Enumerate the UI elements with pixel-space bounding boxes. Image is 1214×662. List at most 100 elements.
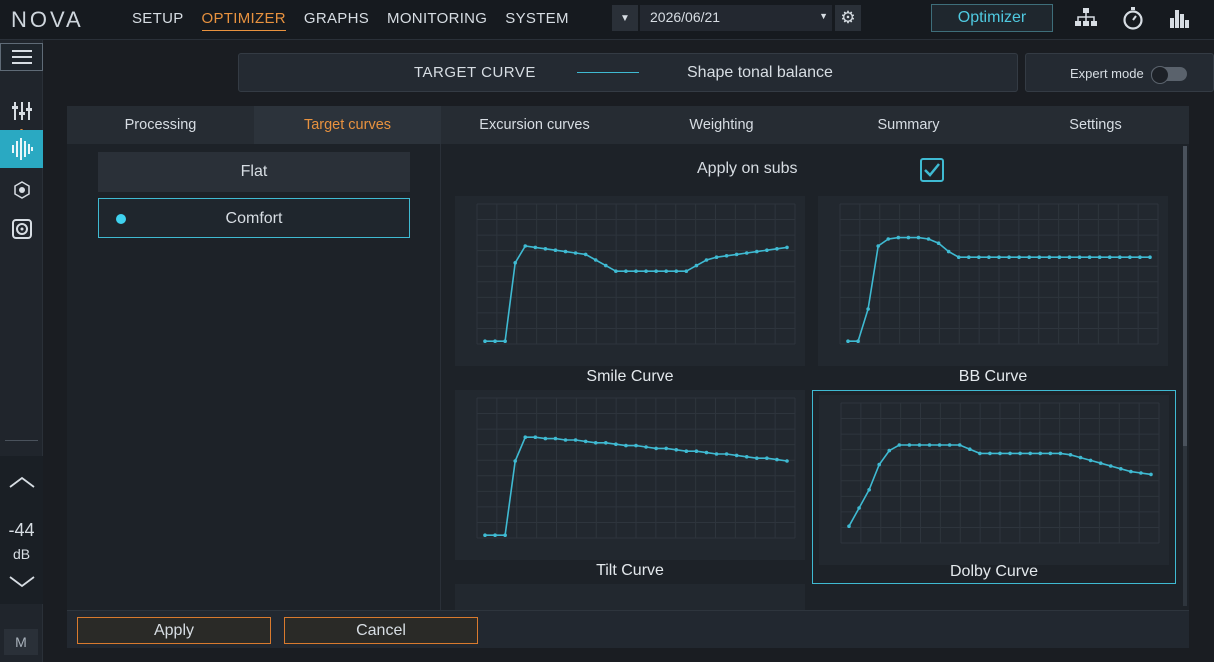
- curve-point: [1078, 455, 1083, 460]
- curve-plot: [818, 196, 1168, 366]
- curve-point: [593, 441, 598, 445]
- curve-point: [947, 443, 952, 447]
- hamburger-menu-button[interactable]: [0, 43, 43, 71]
- gear-button[interactable]: ⚙: [835, 5, 861, 31]
- curve-plot: [455, 390, 805, 560]
- tab-summary[interactable]: Summary: [815, 106, 1002, 144]
- cancel-button[interactable]: Cancel: [284, 617, 478, 644]
- curve-point: [977, 255, 981, 259]
- footer-bar: Apply Cancel: [67, 610, 1189, 648]
- curve-point: [553, 248, 558, 252]
- mute-button[interactable]: M: [4, 629, 38, 655]
- volume-down-icon[interactable]: [8, 574, 36, 590]
- tab-processing[interactable]: Processing: [67, 106, 254, 144]
- curve-point: [876, 244, 880, 248]
- curve-point: [907, 443, 912, 447]
- network-icon[interactable]: [1073, 5, 1099, 31]
- app-logo: NOVA: [11, 7, 84, 32]
- date-select[interactable]: 2026/06/21 ▼: [640, 5, 832, 31]
- hamburger-icon: [11, 50, 32, 52]
- curve-card-bb[interactable]: BB Curve: [818, 196, 1182, 390]
- waveform-icon[interactable]: [0, 130, 43, 168]
- apply-button[interactable]: Apply: [77, 617, 271, 644]
- curve-point: [998, 451, 1002, 456]
- curve-point: [1098, 461, 1103, 465]
- curve-point: [624, 269, 628, 273]
- network-node-icon[interactable]: [0, 171, 43, 209]
- curve-point: [533, 245, 538, 250]
- curve-point: [1077, 255, 1082, 259]
- tab-settings[interactable]: Settings: [1002, 106, 1189, 144]
- caret-down-icon: ▼: [819, 11, 828, 21]
- tab-excursion-curves[interactable]: Excursion curves: [441, 106, 628, 144]
- curve-card-smile[interactable]: Smile Curve: [455, 196, 819, 390]
- header-accent-line: [577, 72, 639, 73]
- curve-point: [906, 235, 911, 240]
- curve-point: [856, 339, 860, 343]
- tab-target-curves[interactable]: Target curves: [254, 106, 441, 144]
- curve-card-partial[interactable]: [455, 584, 819, 610]
- curve-card-tilt[interactable]: Tilt Curve: [455, 390, 819, 584]
- curve-point: [937, 443, 942, 447]
- curve-point: [1068, 453, 1073, 457]
- curve-point: [946, 249, 951, 254]
- nav-graphs[interactable]: GRAPHS: [304, 10, 369, 31]
- curve-plot: [819, 395, 1169, 565]
- curve-point: [1087, 255, 1092, 259]
- curve-point: [744, 251, 749, 255]
- curve-point: [1129, 469, 1133, 474]
- curve-name: BB Curve: [958, 368, 1028, 385]
- curve-point: [704, 450, 709, 455]
- speaker-icon[interactable]: [0, 210, 43, 248]
- curve-point: [987, 255, 991, 259]
- preset-label: Flat: [240, 163, 268, 180]
- curve-point: [734, 453, 739, 458]
- curve-point: [493, 533, 497, 537]
- tab-weighting[interactable]: Weighting: [628, 106, 815, 144]
- curve-point: [674, 269, 679, 273]
- rail-divider: [5, 440, 38, 441]
- curve-point: [1139, 471, 1143, 475]
- scrollbar[interactable]: [1183, 146, 1187, 606]
- preset-flat[interactable]: Flat: [98, 152, 410, 192]
- preset-comfort[interactable]: Comfort: [98, 198, 410, 238]
- nav-monitoring[interactable]: MONITORING: [387, 10, 487, 31]
- curve-point: [968, 447, 972, 451]
- faders-icon[interactable]: [0, 92, 43, 130]
- curve-point: [896, 235, 901, 240]
- curve-point: [513, 459, 517, 463]
- stopwatch-icon[interactable]: [1120, 5, 1146, 31]
- curve-point: [583, 252, 588, 257]
- curve-point: [644, 445, 648, 449]
- curve-point: [967, 255, 971, 259]
- curve-point: [857, 506, 861, 510]
- apply-on-subs-checkbox[interactable]: [920, 158, 944, 182]
- curve-point: [523, 244, 528, 248]
- curve-point: [1017, 255, 1021, 259]
- bar-graph-icon[interactable]: [1167, 5, 1193, 31]
- curve-point: [674, 448, 679, 452]
- curve-point: [483, 533, 487, 537]
- expert-mode-label: Expert mode: [1070, 66, 1144, 81]
- curve-point: [886, 237, 891, 241]
- optimizer-mode-button[interactable]: Optimizer: [931, 4, 1053, 32]
- date-dropdown-toggle[interactable]: ▼: [612, 5, 638, 31]
- nav-system[interactable]: SYSTEM: [505, 10, 568, 31]
- curve-point: [926, 237, 931, 241]
- curve-point: [1128, 255, 1132, 259]
- main-nav: SETUP OPTIMIZER GRAPHS MONITORING SYSTEM: [132, 10, 587, 31]
- curve-point: [704, 258, 709, 262]
- curve-card-dolby[interactable]: Dolby Curve: [812, 390, 1176, 584]
- curve-gallery: Apply on subs Smile Curve BB Curve Tilt …: [442, 144, 1189, 610]
- curve-point: [755, 456, 759, 460]
- main-panel: Processing Target curves Excursion curve…: [67, 106, 1189, 648]
- volume-control: -44 dB: [0, 456, 43, 604]
- curve-point: [936, 241, 941, 245]
- left-rail: -44 dB M: [0, 40, 43, 662]
- expert-mode-toggle[interactable]: [1151, 66, 1187, 84]
- curve-point: [634, 443, 638, 448]
- volume-up-icon[interactable]: [8, 474, 36, 490]
- nav-setup[interactable]: SETUP: [132, 10, 184, 31]
- curve-point: [614, 269, 618, 273]
- nav-optimizer[interactable]: OPTIMIZER: [201, 10, 286, 31]
